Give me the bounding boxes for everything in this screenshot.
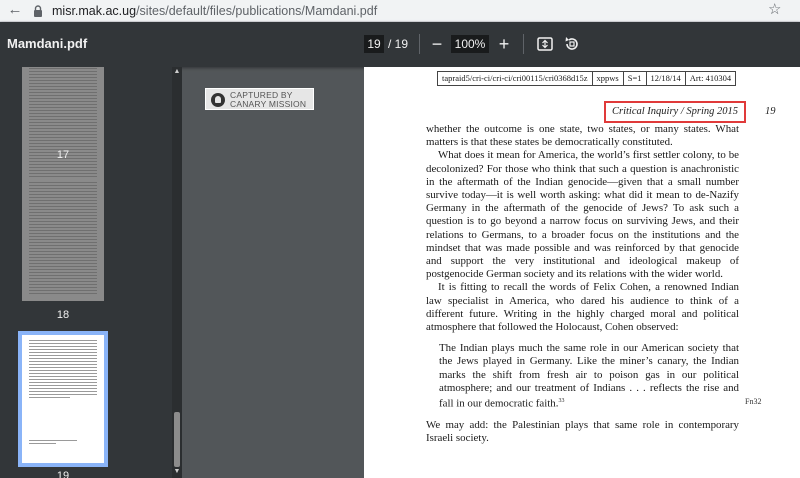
paragraph: What does it mean for America, the world…	[426, 149, 739, 281]
scroll-up-arrow-icon[interactable]: ▲	[173, 68, 181, 76]
bookmark-star-icon[interactable]: ☆	[768, 1, 781, 19]
thumbnail-sidebar: 17 18 19 ▲ ▼	[0, 67, 182, 478]
running-head: Critical Inquiry / Spring 2015	[604, 101, 746, 123]
canary-mission-badge: CAPTURED BY CANARY MISSION	[205, 88, 314, 110]
meta-cell: tapraid5/cri-ci/cri-ci/cri00115/cri0368d…	[438, 72, 593, 85]
page-number: 19	[765, 106, 776, 117]
url-text[interactable]: misr.mak.ac.ug/sites/default/files/publi…	[52, 3, 377, 19]
thumbnail-page-18[interactable]	[22, 177, 104, 301]
meta-cell: Art: 410304	[689, 73, 732, 83]
document-title: Mamdani.pdf	[7, 36, 88, 51]
paragraph: We may add: the Palestinian plays that s…	[426, 418, 739, 445]
quote-text: The Indian plays much the same role in o…	[439, 342, 739, 410]
scroll-down-arrow-icon[interactable]: ▼	[173, 468, 181, 476]
zoom-out-button[interactable]: −	[428, 33, 446, 55]
url-path: /sites/default/files/publications/Mamdan…	[136, 4, 378, 18]
pdf-page: tapraid5/cri-ci/cri-ci/cri00115/cri0368d…	[364, 67, 800, 478]
fit-to-page-icon[interactable]	[537, 36, 553, 52]
toolbar-divider	[419, 34, 420, 54]
thumbnail-page-19[interactable]	[18, 331, 108, 467]
scrollbar-thumb[interactable]	[174, 412, 180, 467]
sidebar-scrollbar[interactable]: ▲ ▼	[172, 67, 182, 478]
url-host: misr.mak.ac.ug	[52, 4, 137, 18]
thumbnail-label: 18	[56, 309, 70, 321]
thumbnail-label: 19	[56, 470, 70, 478]
zoom-in-button[interactable]: +	[495, 33, 513, 55]
printer-metadata-box: tapraid5/cri-ci/cri-ci/cri00115/cri0368d…	[437, 71, 737, 86]
page-total: / 19	[388, 37, 409, 51]
paragraph: It is fitting to recall the words of Fel…	[426, 281, 739, 334]
badge-line-2: CANARY MISSION	[230, 99, 307, 109]
lock-icon	[34, 5, 42, 17]
rotate-icon[interactable]	[563, 35, 581, 53]
footnote-marker: 33	[558, 398, 565, 405]
canary-logo-icon	[211, 93, 225, 107]
thumbnail-label: 17	[56, 149, 70, 161]
back-arrow-icon[interactable]: ←	[6, 1, 24, 19]
pdf-toolbar: Mamdani.pdf 19 / 19 − 100% +	[0, 22, 800, 67]
paragraph: whether the outcome is one state, two st…	[426, 123, 739, 149]
address-bar[interactable]: ← misr.mak.ac.ug/sites/default/files/pub…	[0, 0, 800, 22]
meta-cell: 12/18/14	[647, 72, 686, 85]
page-body: whether the outcome is one state, two st…	[426, 123, 739, 445]
zoom-level-input[interactable]: 100%	[451, 35, 489, 53]
thumbnail-text	[29, 182, 97, 296]
meta-cell: S=1	[624, 72, 647, 85]
meta-cell: xppws	[593, 72, 624, 85]
block-quote: The Indian plays much the same role in o…	[439, 342, 739, 411]
page-number-input[interactable]: 19	[364, 35, 384, 53]
margin-note: Fn32	[745, 397, 762, 406]
toolbar-divider	[523, 34, 524, 54]
thumbnail-text	[29, 340, 97, 458]
